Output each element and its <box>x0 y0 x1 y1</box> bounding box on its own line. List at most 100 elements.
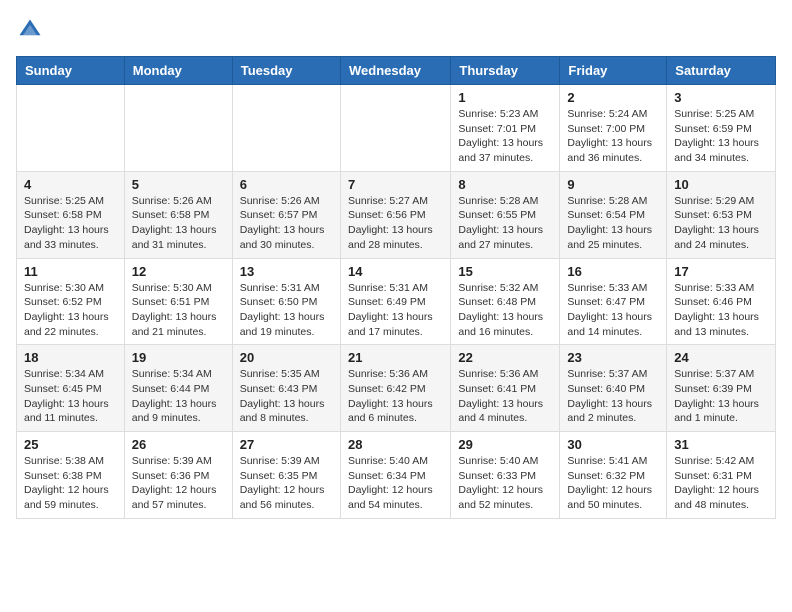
day-info: Sunrise: 5:39 AM Sunset: 6:35 PM Dayligh… <box>240 454 333 513</box>
day-number: 11 <box>24 264 117 279</box>
calendar-cell: 10 Sunrise: 5:29 AM Sunset: 6:53 PM Dayli… <box>667 171 776 258</box>
day-number: 18 <box>24 350 117 365</box>
day-number: 12 <box>132 264 225 279</box>
calendar-cell: 14 Sunrise: 5:31 AM Sunset: 6:49 PM Dayli… <box>340 258 450 345</box>
calendar-cell: 4 Sunrise: 5:25 AM Sunset: 6:58 PM Daylig… <box>17 171 125 258</box>
calendar-week-row: 18 Sunrise: 5:34 AM Sunset: 6:45 PM Dayli… <box>17 345 776 432</box>
calendar-cell: 25 Sunrise: 5:38 AM Sunset: 6:38 PM Dayli… <box>17 432 125 519</box>
day-number: 26 <box>132 437 225 452</box>
calendar-cell: 20 Sunrise: 5:35 AM Sunset: 6:43 PM Dayli… <box>232 345 340 432</box>
day-number: 25 <box>24 437 117 452</box>
day-info: Sunrise: 5:35 AM Sunset: 6:43 PM Dayligh… <box>240 367 333 426</box>
calendar-cell: 27 Sunrise: 5:39 AM Sunset: 6:35 PM Dayli… <box>232 432 340 519</box>
calendar-cell: 31Sunrise: 5:42 AM Sunset: 6:31 PM Dayli… <box>667 432 776 519</box>
weekday-header-friday: Friday <box>560 57 667 85</box>
logo <box>16 16 48 44</box>
day-info: Sunrise: 5:33 AM Sunset: 6:46 PM Dayligh… <box>674 281 768 340</box>
calendar-cell: 2 Sunrise: 5:24 AM Sunset: 7:00 PM Daylig… <box>560 85 667 172</box>
day-info: Sunrise: 5:23 AM Sunset: 7:01 PM Dayligh… <box>458 107 552 166</box>
calendar-cell: 15 Sunrise: 5:32 AM Sunset: 6:48 PM Dayli… <box>451 258 560 345</box>
day-number: 28 <box>348 437 443 452</box>
day-info: Sunrise: 5:24 AM Sunset: 7:00 PM Dayligh… <box>567 107 659 166</box>
day-number: 17 <box>674 264 768 279</box>
calendar-cell: 21 Sunrise: 5:36 AM Sunset: 6:42 PM Dayli… <box>340 345 450 432</box>
day-info: Sunrise: 5:39 AM Sunset: 6:36 PM Dayligh… <box>132 454 225 513</box>
logo-icon <box>16 16 44 44</box>
calendar-cell: 18 Sunrise: 5:34 AM Sunset: 6:45 PM Dayli… <box>17 345 125 432</box>
day-info: Sunrise: 5:26 AM Sunset: 6:57 PM Dayligh… <box>240 194 333 253</box>
calendar-cell: 6Sunrise: 5:26 AM Sunset: 6:57 PM Daylig… <box>232 171 340 258</box>
calendar-cell: 17 Sunrise: 5:33 AM Sunset: 6:46 PM Dayli… <box>667 258 776 345</box>
day-info: Sunrise: 5:27 AM Sunset: 6:56 PM Dayligh… <box>348 194 443 253</box>
weekday-header-wednesday: Wednesday <box>340 57 450 85</box>
calendar-week-row: 1 Sunrise: 5:23 AM Sunset: 7:01 PM Daylig… <box>17 85 776 172</box>
day-info: Sunrise: 5:29 AM Sunset: 6:53 PM Dayligh… <box>674 194 768 253</box>
day-number: 10 <box>674 177 768 192</box>
calendar-week-row: 25 Sunrise: 5:38 AM Sunset: 6:38 PM Dayli… <box>17 432 776 519</box>
day-number: 4 <box>24 177 117 192</box>
day-number: 22 <box>458 350 552 365</box>
day-info: Sunrise: 5:36 AM Sunset: 6:42 PM Dayligh… <box>348 367 443 426</box>
weekday-header-tuesday: Tuesday <box>232 57 340 85</box>
day-number: 16 <box>567 264 659 279</box>
day-number: 7 <box>348 177 443 192</box>
day-number: 29 <box>458 437 552 452</box>
calendar-table: SundayMondayTuesdayWednesdayThursdayFrid… <box>16 56 776 519</box>
weekday-header-monday: Monday <box>124 57 232 85</box>
weekday-header-row: SundayMondayTuesdayWednesdayThursdayFrid… <box>17 57 776 85</box>
day-info: Sunrise: 5:37 AM Sunset: 6:40 PM Dayligh… <box>567 367 659 426</box>
day-info: Sunrise: 5:31 AM Sunset: 6:50 PM Dayligh… <box>240 281 333 340</box>
calendar-cell: 12 Sunrise: 5:30 AM Sunset: 6:51 PM Dayli… <box>124 258 232 345</box>
day-info: Sunrise: 5:42 AM Sunset: 6:31 PM Dayligh… <box>674 454 768 513</box>
day-number: 21 <box>348 350 443 365</box>
day-info: Sunrise: 5:34 AM Sunset: 6:45 PM Dayligh… <box>24 367 117 426</box>
day-number: 5 <box>132 177 225 192</box>
day-number: 8 <box>458 177 552 192</box>
calendar-week-row: 11 Sunrise: 5:30 AM Sunset: 6:52 PM Dayli… <box>17 258 776 345</box>
calendar-cell <box>124 85 232 172</box>
day-info: Sunrise: 5:33 AM Sunset: 6:47 PM Dayligh… <box>567 281 659 340</box>
day-number: 24 <box>674 350 768 365</box>
calendar-cell: 9 Sunrise: 5:28 AM Sunset: 6:54 PM Daylig… <box>560 171 667 258</box>
day-info: Sunrise: 5:41 AM Sunset: 6:32 PM Dayligh… <box>567 454 659 513</box>
day-info: Sunrise: 5:30 AM Sunset: 6:52 PM Dayligh… <box>24 281 117 340</box>
calendar-cell: 16 Sunrise: 5:33 AM Sunset: 6:47 PM Dayli… <box>560 258 667 345</box>
day-number: 27 <box>240 437 333 452</box>
calendar-cell: 5Sunrise: 5:26 AM Sunset: 6:58 PM Daylig… <box>124 171 232 258</box>
day-info: Sunrise: 5:36 AM Sunset: 6:41 PM Dayligh… <box>458 367 552 426</box>
day-info: Sunrise: 5:37 AM Sunset: 6:39 PM Dayligh… <box>674 367 768 426</box>
day-number: 1 <box>458 90 552 105</box>
day-number: 9 <box>567 177 659 192</box>
day-number: 20 <box>240 350 333 365</box>
weekday-header-thursday: Thursday <box>451 57 560 85</box>
day-number: 3 <box>674 90 768 105</box>
day-number: 13 <box>240 264 333 279</box>
day-info: Sunrise: 5:30 AM Sunset: 6:51 PM Dayligh… <box>132 281 225 340</box>
calendar-cell <box>17 85 125 172</box>
calendar-cell: 30 Sunrise: 5:41 AM Sunset: 6:32 PM Dayli… <box>560 432 667 519</box>
day-number: 30 <box>567 437 659 452</box>
day-number: 15 <box>458 264 552 279</box>
day-number: 14 <box>348 264 443 279</box>
calendar-cell: 24 Sunrise: 5:37 AM Sunset: 6:39 PM Dayli… <box>667 345 776 432</box>
day-info: Sunrise: 5:25 AM Sunset: 6:58 PM Dayligh… <box>24 194 117 253</box>
calendar-cell <box>340 85 450 172</box>
calendar-cell: 1 Sunrise: 5:23 AM Sunset: 7:01 PM Daylig… <box>451 85 560 172</box>
day-info: Sunrise: 5:40 AM Sunset: 6:34 PM Dayligh… <box>348 454 443 513</box>
page-header <box>16 16 776 44</box>
calendar-cell: 29Sunrise: 5:40 AM Sunset: 6:33 PM Dayli… <box>451 432 560 519</box>
day-info: Sunrise: 5:28 AM Sunset: 6:55 PM Dayligh… <box>458 194 552 253</box>
calendar-cell: 8 Sunrise: 5:28 AM Sunset: 6:55 PM Daylig… <box>451 171 560 258</box>
calendar-cell: 11 Sunrise: 5:30 AM Sunset: 6:52 PM Dayli… <box>17 258 125 345</box>
day-number: 2 <box>567 90 659 105</box>
day-info: Sunrise: 5:38 AM Sunset: 6:38 PM Dayligh… <box>24 454 117 513</box>
day-info: Sunrise: 5:25 AM Sunset: 6:59 PM Dayligh… <box>674 107 768 166</box>
weekday-header-saturday: Saturday <box>667 57 776 85</box>
calendar-cell: 26 Sunrise: 5:39 AM Sunset: 6:36 PM Dayli… <box>124 432 232 519</box>
day-info: Sunrise: 5:31 AM Sunset: 6:49 PM Dayligh… <box>348 281 443 340</box>
day-info: Sunrise: 5:32 AM Sunset: 6:48 PM Dayligh… <box>458 281 552 340</box>
day-number: 23 <box>567 350 659 365</box>
calendar-week-row: 4 Sunrise: 5:25 AM Sunset: 6:58 PM Daylig… <box>17 171 776 258</box>
calendar-cell: 19Sunrise: 5:34 AM Sunset: 6:44 PM Dayli… <box>124 345 232 432</box>
day-info: Sunrise: 5:28 AM Sunset: 6:54 PM Dayligh… <box>567 194 659 253</box>
